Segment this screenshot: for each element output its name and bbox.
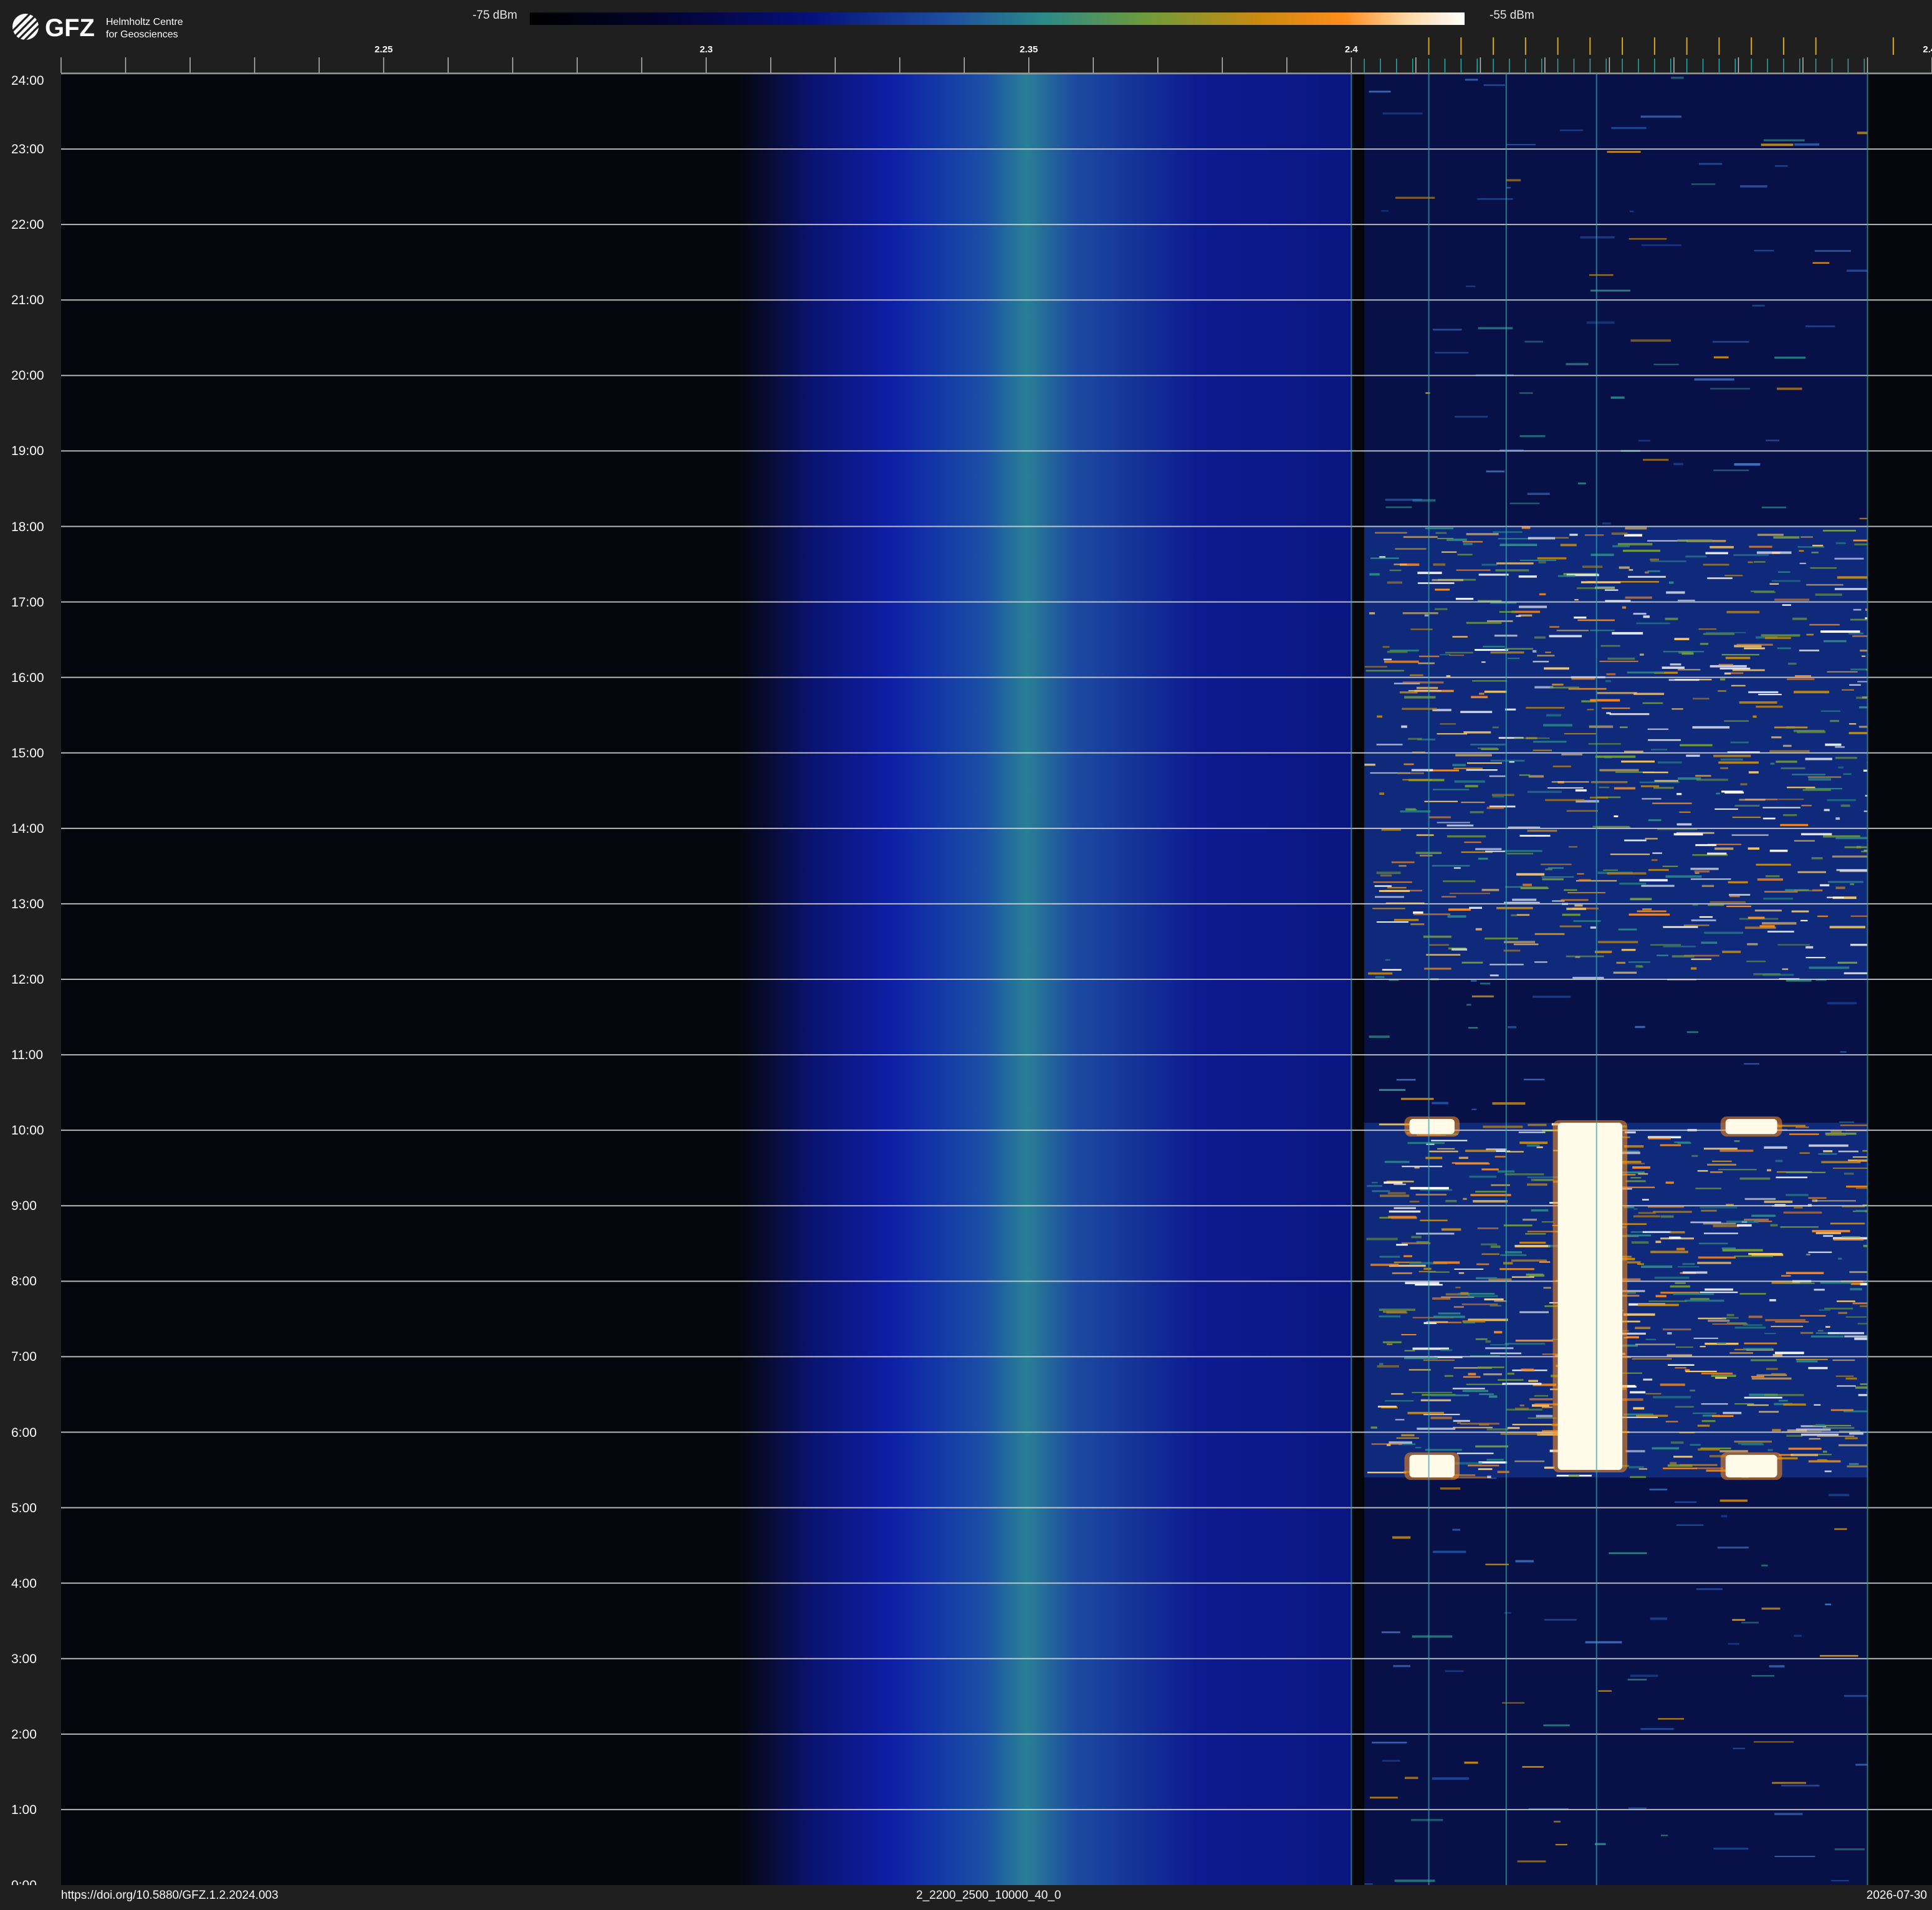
y-axis: 24:00 23:00 22:00 21:00 20:00 19:00 18:00 17:00… bbox=[0, 74, 61, 1899]
y-tick-label: 8:00 bbox=[11, 1274, 37, 1289]
x-axis: 2.25 2.3 2.35 2.4 2.49 bbox=[60, 37, 1932, 74]
y-tick-label: 3:00 bbox=[11, 1651, 37, 1666]
y-tick-label: 12:00 bbox=[11, 972, 44, 987]
y-tick-label: 17:00 bbox=[11, 595, 44, 610]
y-tick-label: 7:00 bbox=[11, 1350, 37, 1365]
date-label: 2026-07-30 bbox=[1866, 1889, 1927, 1902]
spectrogram-plot bbox=[61, 74, 1932, 1885]
y-tick-label: 20:00 bbox=[11, 368, 44, 383]
saturated-burst bbox=[1409, 1119, 1455, 1135]
y-tick-label: 6:00 bbox=[11, 1425, 37, 1440]
x-tick-label: 2.4 bbox=[1345, 44, 1359, 55]
y-tick-label: 15:00 bbox=[11, 746, 44, 761]
y-tick-label: 10:00 bbox=[11, 1123, 44, 1138]
y-tick-label: 19:00 bbox=[11, 444, 44, 459]
doi-link[interactable]: https://doi.org/10.5880/GFZ.1.2.2024.003 bbox=[61, 1889, 279, 1903]
spectrogram-overlay bbox=[61, 74, 1932, 1885]
y-tick-label: 18:00 bbox=[11, 519, 44, 534]
y-tick-label: 11:00 bbox=[11, 1048, 43, 1063]
y-tick-label: 4:00 bbox=[11, 1576, 37, 1591]
y-tick-label: 13:00 bbox=[11, 896, 44, 911]
y-tick-label: 24:00 bbox=[11, 74, 44, 88]
y-tick-label: 14:00 bbox=[11, 821, 44, 836]
saturated-burst bbox=[1409, 1454, 1455, 1478]
saturated-burst bbox=[1725, 1119, 1777, 1135]
y-tick-label: 5:00 bbox=[11, 1500, 37, 1515]
x-tick-label: 2.3 bbox=[700, 44, 713, 55]
saturated-burst bbox=[1725, 1454, 1777, 1478]
y-tick-label: 23:00 bbox=[11, 142, 44, 157]
x-tick-label: 2.25 bbox=[375, 44, 393, 55]
y-tick-label: 2:00 bbox=[11, 1727, 37, 1742]
y-tick-label: 1:00 bbox=[11, 1802, 37, 1817]
file-name: 2_2200_2500_10000_40_0 bbox=[916, 1889, 1061, 1902]
y-tick-label: 9:00 bbox=[11, 1199, 37, 1214]
y-tick-label: 21:00 bbox=[11, 293, 44, 308]
saturated-burst bbox=[1557, 1123, 1623, 1471]
x-tick-label: 2.35 bbox=[1020, 44, 1038, 55]
footer: https://doi.org/10.5880/GFZ.1.2.2024.003… bbox=[0, 1885, 1932, 1910]
y-tick-label: 22:00 bbox=[11, 218, 44, 233]
x-tick-label: 2.49 bbox=[1923, 44, 1932, 55]
y-tick-label: 16:00 bbox=[11, 670, 44, 685]
